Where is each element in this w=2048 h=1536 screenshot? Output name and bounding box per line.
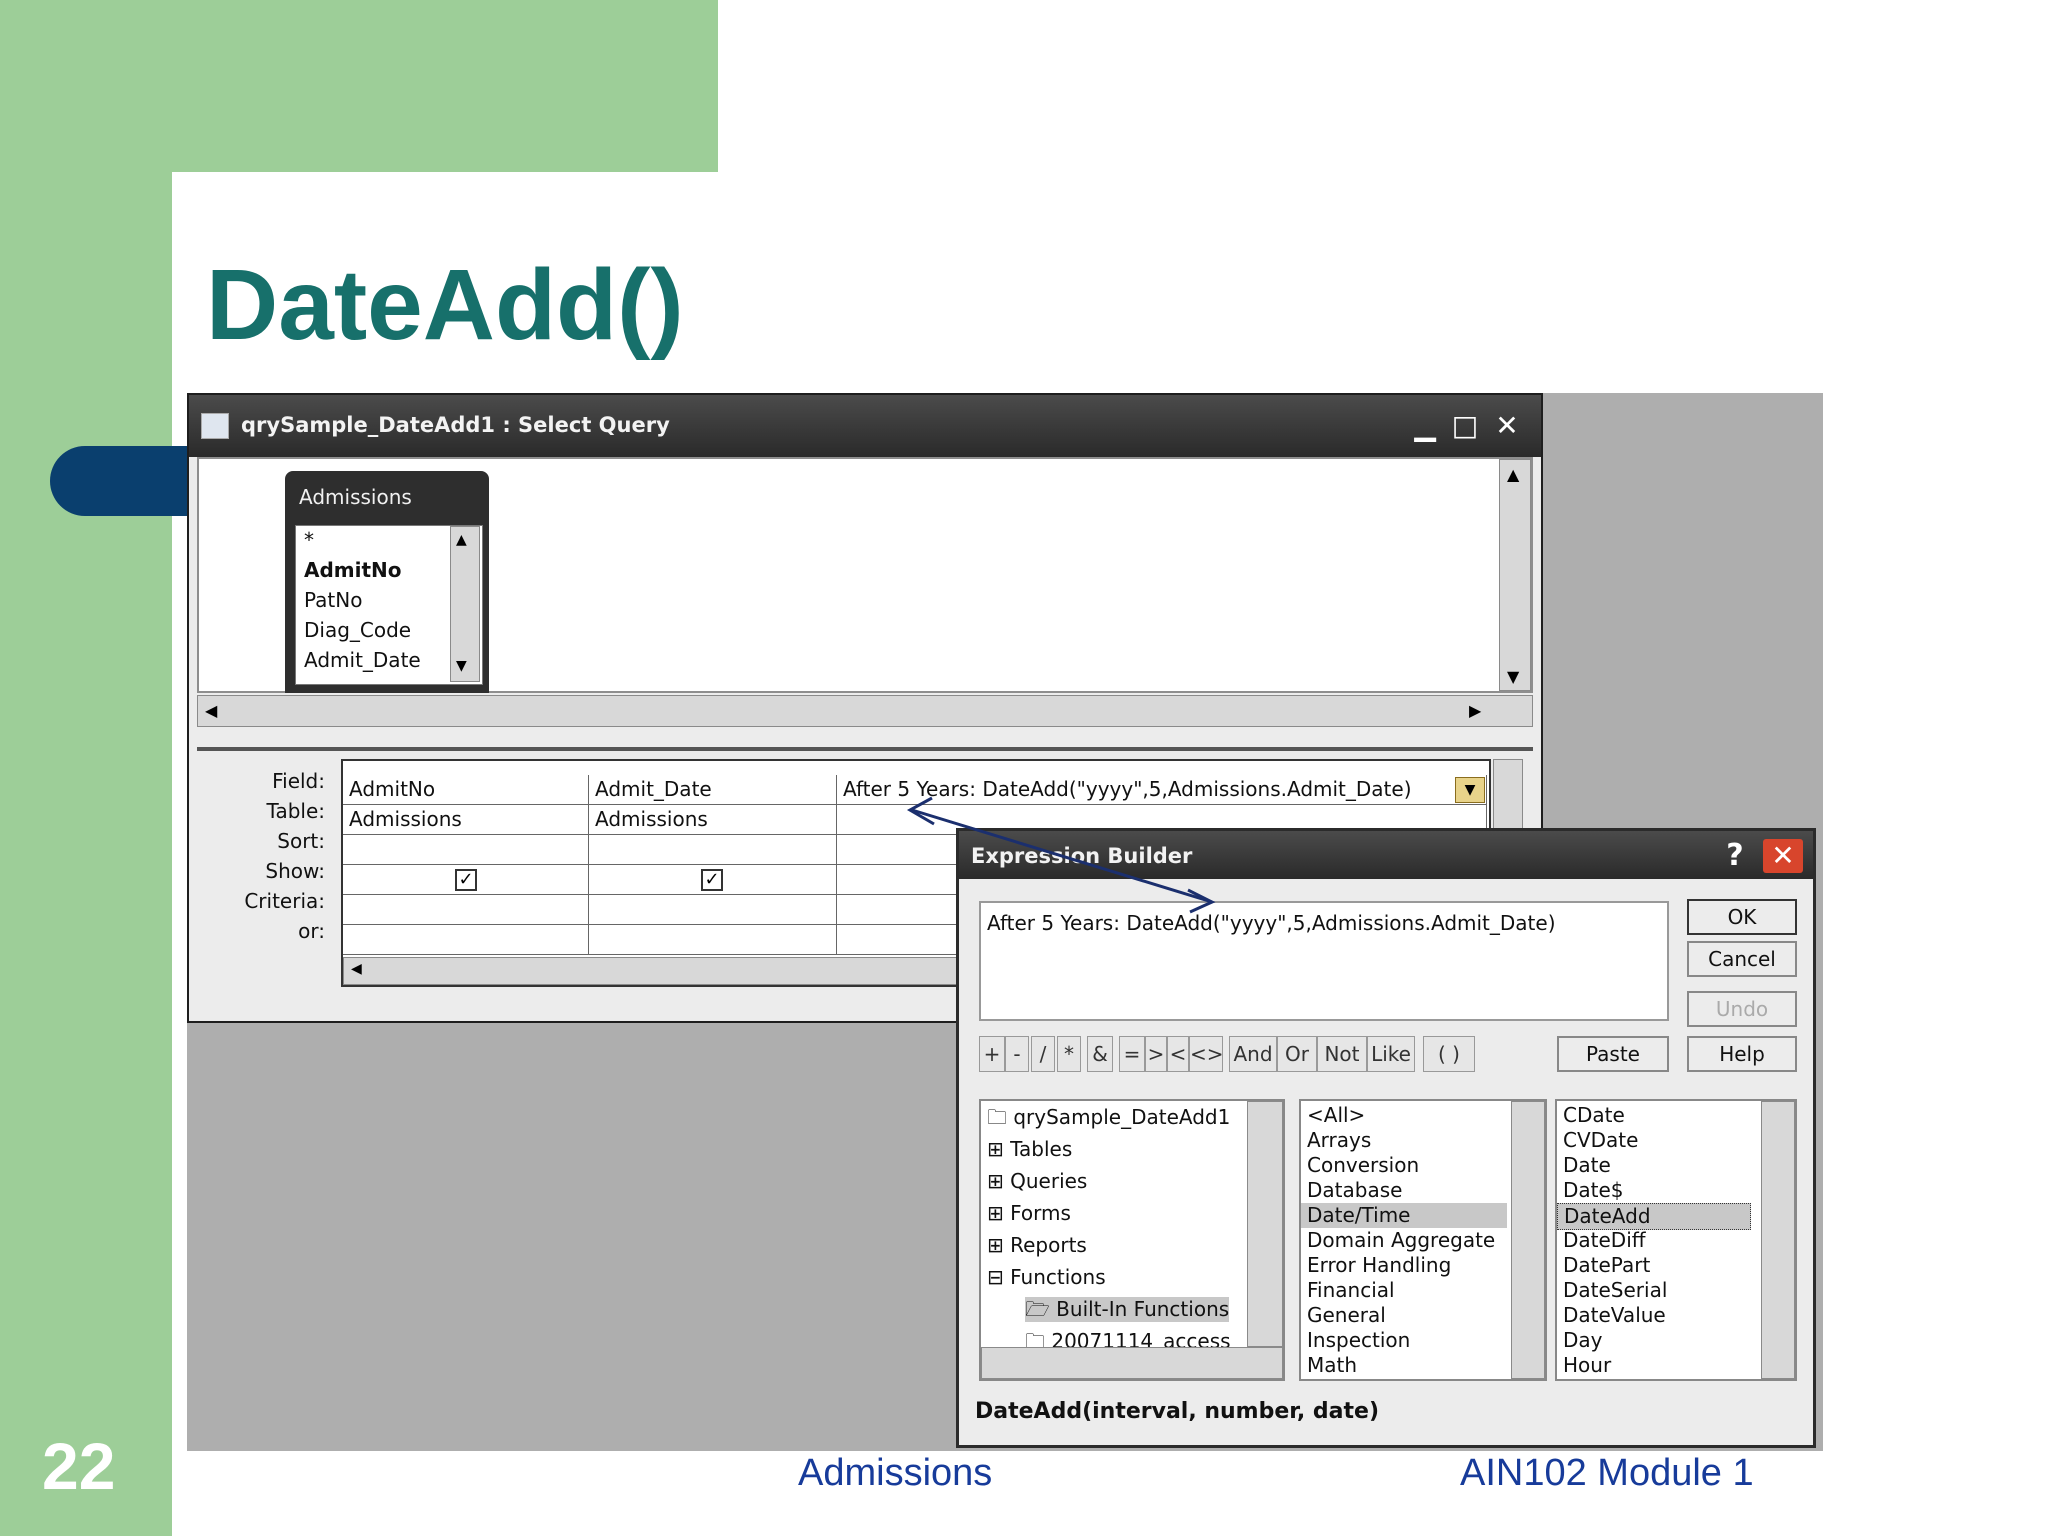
arrow-head-end [1187, 888, 1216, 914]
arrow-head-start [906, 796, 935, 826]
footer-center: Admissions [798, 1452, 993, 1494]
arrow-line [911, 808, 1213, 904]
footer-right: AIN102 Module 1 [1460, 1452, 1754, 1494]
annotation-arrow [906, 796, 1216, 914]
